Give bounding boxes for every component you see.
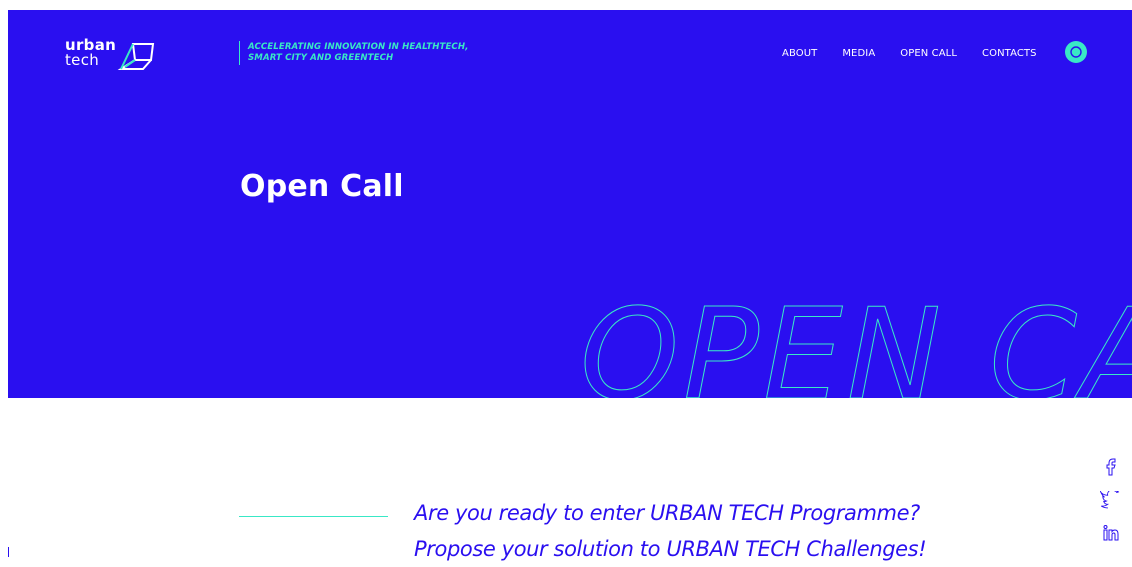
twitter-link[interactable]: [1099, 489, 1122, 509]
nav-item-about[interactable]: ABOUT: [782, 48, 817, 59]
logo-word-tech: tech: [65, 51, 100, 69]
social-links: [1099, 458, 1122, 557]
facebook-icon: [1106, 458, 1116, 476]
scroll-marker: [8, 547, 9, 557]
intro-line-1: Are you ready to enter URBAN TECH Progra…: [414, 501, 920, 525]
linkedin-link[interactable]: [1100, 524, 1122, 542]
hero-section: OPEN CALL urban tech ACCELERATING INNOVA…: [8, 10, 1132, 398]
nav-item-media[interactable]: MEDIA: [842, 48, 875, 59]
tagline-line-1: ACCELERATING INNOVATION IN HEALTHTECH,: [248, 42, 469, 52]
tagline-line-2: SMART CITY AND GREENTECH: [248, 53, 394, 63]
header-tagline: ACCELERATING INNOVATION IN HEALTHTECH, S…: [248, 42, 548, 64]
page-title: Open Call: [240, 169, 404, 204]
nav-item-open-call[interactable]: OPEN CALL: [900, 48, 957, 59]
intro-text: Are you ready to enter URBAN TECH Progra…: [414, 495, 1034, 567]
hero-background-outline-text: OPEN CALL: [580, 281, 1132, 399]
hero-outline-label: OPEN CALL: [580, 281, 1132, 398]
urban-tech-logo[interactable]: urban tech: [65, 38, 165, 74]
content-accent-line: [239, 516, 388, 517]
linkedin-icon: [1103, 525, 1119, 541]
facebook-link[interactable]: [1100, 458, 1122, 476]
intro-line-2: Propose your solution to URBAN TECH Chal…: [414, 537, 927, 561]
main-nav: ABOUT MEDIA OPEN CALL CONTACTS: [782, 46, 1062, 60]
logo-mark-icon: [117, 43, 155, 70]
nav-item-contacts[interactable]: CONTACTS: [982, 48, 1037, 59]
tagline-divider: [239, 41, 240, 65]
twitter-icon: [1099, 489, 1120, 509]
search-icon: [1070, 46, 1082, 58]
search-button[interactable]: [1065, 41, 1087, 63]
